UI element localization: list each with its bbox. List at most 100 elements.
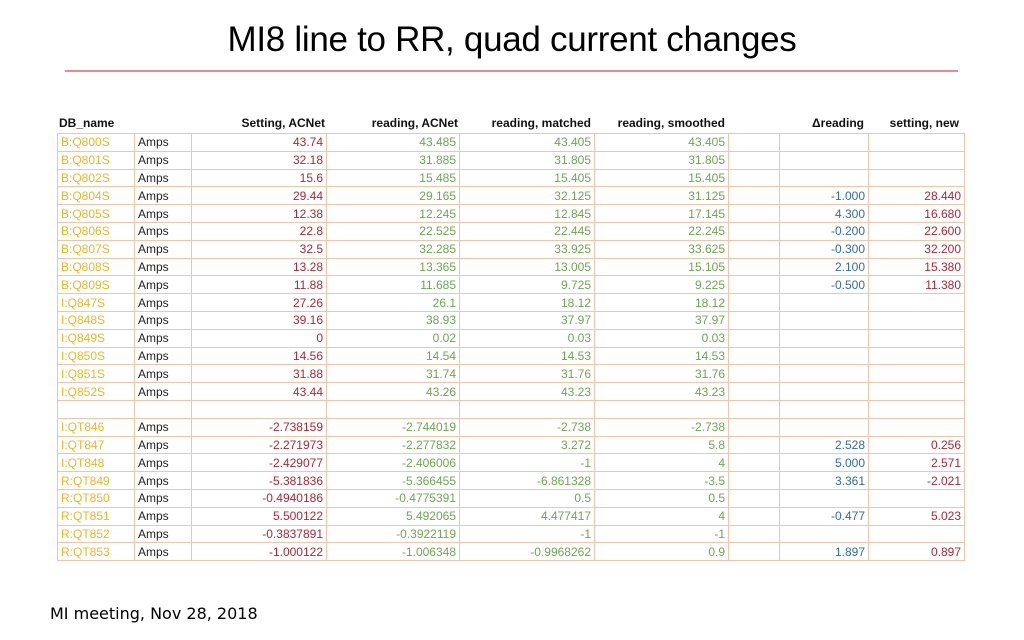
table-row: B:Q804S Amps 29.44 29.165 32.125 31.125 -1.000… [57,186,965,206]
delta-reading-cell [779,382,869,401]
reading-smoothed-cell: 4 [594,453,729,473]
delta-reading-cell: -0.477 [779,506,869,526]
table-row: B:Q806S Amps 22.8 22.525 22.445 22.245 -0.200 2… [57,221,965,241]
blank-cell [728,506,780,526]
table-row: R:QT850 Amps -0.4940186 -0.4775391 0.5 0.5 [57,488,965,508]
slide-title: MI8 line to RR, quad current changes [227,20,797,59]
blank-cell [728,488,780,508]
table-row: I:Q849S Amps 0 0.02 0.03 0.03 [57,328,965,348]
blank-cell [728,150,780,170]
unit-cell: Amps [134,257,192,277]
reading-smoothed-cell: 43.405 [594,133,729,152]
table-row: I:Q847S Amps 27.26 26.1 18.12 18.12 [57,293,965,312]
delta-reading-cell: 2.528 [779,435,869,455]
blank-cell [728,133,780,152]
header-setting-acnet: Setting, ACNet [241,116,325,130]
db-name-cell: I:Q848S [57,310,135,330]
unit-cell: Amps [134,453,192,473]
delta-reading-cell: 1.897 [779,542,869,562]
reading-smoothed-cell: -1 [594,524,729,544]
unit-cell: Amps [134,488,192,508]
db-name-cell: I:QT846 [57,417,135,437]
db-name-cell: B:Q809S [57,275,135,295]
delta-reading-cell [779,293,869,312]
reading-smoothed-cell: 15.105 [594,257,729,277]
setting-new-cell: 22.600 [868,221,965,241]
reading-matched-cell: 33.925 [459,239,595,259]
setting-acnet-cell: 43.44 [191,382,327,401]
blank-cell [728,382,780,401]
table-row: I:Q848S Amps 39.16 38.93 37.97 37.97 [57,310,965,330]
blank-cell [728,293,780,312]
reading-matched-cell: 22.445 [459,221,595,241]
reading-matched-cell: 32.125 [459,186,595,206]
blank-cell [728,168,780,188]
table-body: B:Q800S Amps 43.74 43.485 43.405 43.405 B:Q801… [57,133,965,562]
reading-acnet-cell: 5.492065 [326,506,460,526]
setting-acnet-cell: -0.4940186 [191,488,327,508]
db-name-cell: B:Q802S [57,168,135,188]
reading-matched-cell: 31.805 [459,150,595,170]
db-name-cell: B:Q804S [57,186,135,206]
blank-cell [728,542,780,562]
setting-acnet-cell: 0 [191,328,327,348]
db-name-cell [57,399,135,419]
unit-cell: Amps [134,346,192,366]
db-name-cell: B:Q807S [57,239,135,259]
blank-cell [728,239,780,259]
setting-new-cell [868,293,965,312]
reading-matched-cell: -1 [459,524,595,544]
reading-smoothed-cell: 14.53 [594,346,729,366]
reading-smoothed-cell: 4 [594,506,729,526]
table-row: I:Q852S Amps 43.44 43.26 43.23 43.23 [57,382,965,401]
setting-acnet-cell: -1.000122 [191,542,327,562]
reading-acnet-cell: -2.744019 [326,417,460,437]
reading-smoothed-cell: 0.03 [594,328,729,348]
blank-cell [728,310,780,330]
setting-new-cell [868,133,965,152]
db-name-cell: R:QT852 [57,524,135,544]
setting-new-cell [868,382,965,401]
blank-cell [728,257,780,277]
header-db-name: DB_name [59,116,115,130]
table-row: B:Q807S Amps 32.5 32.285 33.925 33.625 -0.300 3… [57,239,965,259]
unit-cell: Amps [134,435,192,455]
reading-acnet-cell: -0.4775391 [326,488,460,508]
setting-acnet-cell: 43.74 [191,133,327,152]
setting-new-cell [868,168,965,188]
delta-reading-cell: 2.100 [779,257,869,277]
table-row: I:Q850S Amps 14.56 14.54 14.53 14.53 [57,346,965,366]
unit-cell: Amps [134,133,192,152]
setting-new-cell: 11.380 [868,275,965,295]
reading-smoothed-cell: 43.23 [594,382,729,401]
reading-acnet-cell: -2.277832 [326,435,460,455]
setting-new-cell: 0.897 [868,542,965,562]
slide-footer: MI meeting, Nov 28, 2018 [50,604,258,623]
db-name-cell: I:QT848 [57,453,135,473]
setting-new-cell [868,346,965,366]
delta-reading-cell [779,399,869,419]
setting-new-cell: 16.680 [868,204,965,223]
reading-smoothed-cell: 0.9 [594,542,729,562]
db-name-cell: R:QT851 [57,506,135,526]
setting-acnet-cell: -2.271973 [191,435,327,455]
db-name-cell: B:Q805S [57,204,135,223]
header-reading-smoothed: reading, smoothed [617,116,725,130]
reading-matched-cell: 37.97 [459,310,595,330]
reading-matched-cell: 3.272 [459,435,595,455]
reading-acnet-cell: 38.93 [326,310,460,330]
unit-cell: Amps [134,364,192,384]
delta-reading-cell [779,524,869,544]
setting-new-cell: 2.571 [868,453,965,473]
setting-acnet-cell: 39.16 [191,310,327,330]
setting-acnet-cell: -2.738159 [191,417,327,437]
db-name-cell: I:Q852S [57,382,135,401]
reading-acnet-cell: -2.406006 [326,453,460,473]
reading-matched-cell: 43.23 [459,382,595,401]
reading-acnet-cell: 43.485 [326,133,460,152]
reading-smoothed-cell: -3.5 [594,471,729,490]
title-underline [65,70,958,72]
table-row: I:Q851S Amps 31.88 31.74 31.76 31.76 [57,364,965,384]
db-name-cell: B:Q808S [57,257,135,277]
db-name-cell: B:Q800S [57,133,135,152]
